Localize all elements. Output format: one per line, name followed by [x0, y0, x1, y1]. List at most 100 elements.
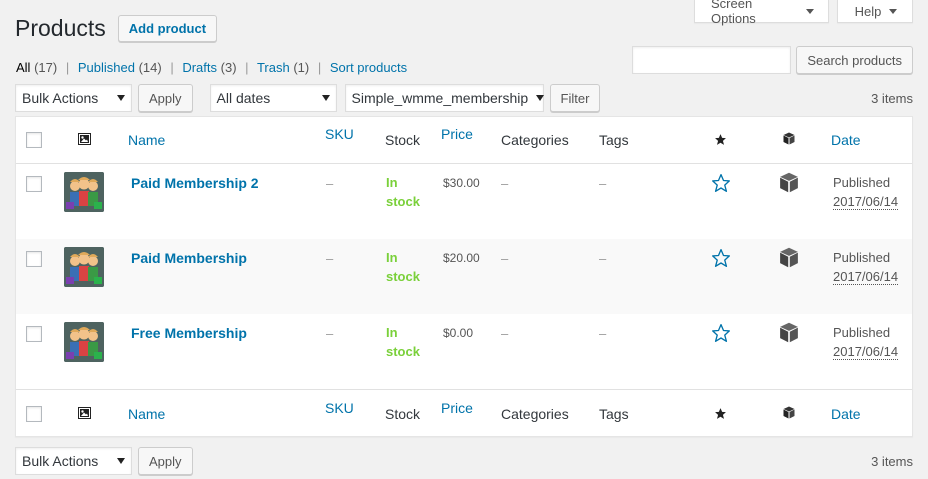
product-categories: –: [501, 326, 509, 341]
help-button[interactable]: Help: [837, 0, 913, 23]
product-price: $0.00: [443, 326, 474, 340]
dropdown-arrow-icon: [117, 458, 125, 464]
search-box: Search products: [632, 46, 913, 74]
column-date[interactable]: Date: [831, 406, 861, 422]
stock-status: In stock: [386, 325, 420, 359]
search-products-button[interactable]: Search products: [796, 46, 913, 74]
product-thumbnail[interactable]: [64, 172, 104, 212]
dropdown-arrow-icon: [321, 95, 330, 101]
product-date: Published 2017/06/14: [833, 248, 899, 286]
product-price: $30.00: [443, 176, 480, 190]
apply-button[interactable]: Apply: [138, 447, 193, 475]
table-row: Paid Membership – In stock $20.00 – – Pu…: [16, 239, 912, 314]
product-type-value: Simple_wmme_membership: [351, 90, 529, 106]
publish-date: 2017/06/14: [833, 344, 899, 360]
product-type-select[interactable]: Simple_wmme_membership: [344, 84, 545, 112]
column-name[interactable]: Name: [128, 406, 165, 422]
table-row: Free Membership – In stock $0.00 – – Pub…: [16, 314, 912, 389]
publish-status: Published: [833, 250, 891, 265]
screen-options-button[interactable]: Screen Options: [694, 0, 829, 26]
product-name-link[interactable]: Paid Membership 2: [131, 175, 259, 191]
cube-icon: [783, 406, 795, 422]
filter-published-count: (14): [138, 60, 162, 75]
bulk-actions-value: Bulk Actions: [22, 90, 99, 106]
items-count: 3 items: [871, 90, 913, 106]
table-footer: Name SKU Stock Price Categories Tags Dat…: [16, 389, 912, 437]
column-tags: Tags: [599, 132, 629, 148]
page-title: Products: [15, 15, 106, 41]
product-categories: –: [501, 176, 509, 191]
apply-button[interactable]: Apply: [138, 84, 193, 112]
caret-down-icon: [889, 8, 898, 14]
help-label: Help: [854, 3, 882, 19]
column-stock: Stock: [385, 132, 421, 148]
star-outline-icon[interactable]: [711, 323, 731, 346]
filter-trash-count: (1): [293, 60, 310, 75]
column-categories: Categories: [501, 132, 569, 148]
product-thumbnail[interactable]: [64, 247, 104, 287]
product-sku: –: [326, 251, 334, 266]
publish-date: 2017/06/14: [833, 194, 899, 210]
search-input[interactable]: [632, 46, 792, 74]
column-sku[interactable]: SKU: [325, 400, 354, 416]
star-outline-icon[interactable]: [711, 248, 731, 271]
product-name-link[interactable]: Free Membership: [131, 325, 247, 341]
filter-button[interactable]: Filter: [549, 84, 601, 112]
filter-published[interactable]: Published: [78, 60, 135, 75]
separator: |: [317, 60, 322, 75]
star-filled-icon[interactable]: [714, 407, 727, 423]
filter-drafts[interactable]: Drafts: [182, 60, 217, 75]
product-sku: –: [326, 176, 334, 191]
bulk-actions-select[interactable]: Bulk Actions: [15, 447, 132, 475]
bulk-actions-select[interactable]: Bulk Actions: [15, 84, 132, 112]
products-table: Name SKU Stock Price Categories Tags Dat…: [15, 116, 913, 437]
product-date: Published 2017/06/14: [833, 173, 899, 211]
virtual-product-icon: [779, 322, 799, 346]
column-price[interactable]: Price: [441, 126, 473, 142]
filter-trash[interactable]: Trash: [257, 60, 290, 75]
separator: |: [170, 60, 174, 75]
screen-meta-links: Screen Options Help: [694, 0, 913, 26]
product-tags: –: [599, 251, 607, 266]
column-categories: Categories: [501, 406, 569, 422]
table-row: Paid Membership 2 – In stock $30.00 – – …: [16, 164, 912, 239]
product-date: Published 2017/06/14: [833, 323, 899, 361]
filter-all[interactable]: All: [16, 60, 30, 75]
cube-icon: [783, 132, 795, 148]
column-name[interactable]: Name: [128, 132, 165, 148]
select-all-checkbox[interactable]: [26, 132, 42, 148]
star-filled-icon[interactable]: [714, 133, 727, 149]
row-checkbox[interactable]: [26, 251, 42, 267]
column-tags: Tags: [599, 406, 629, 422]
separator: |: [65, 60, 70, 75]
date-filter-value: All dates: [216, 90, 271, 106]
caret-down-icon: [806, 8, 814, 14]
stock-status: In stock: [386, 175, 420, 209]
column-price[interactable]: Price: [441, 400, 473, 416]
virtual-product-icon: [779, 247, 799, 271]
select-all-checkbox[interactable]: [26, 406, 42, 422]
row-checkbox[interactable]: [26, 326, 42, 342]
product-tags: –: [599, 176, 607, 191]
row-checkbox[interactable]: [26, 176, 42, 192]
add-product-button[interactable]: Add product: [117, 15, 218, 42]
product-price: $20.00: [443, 251, 480, 265]
screen-options-label: Screen Options: [711, 0, 756, 26]
sort-products-link[interactable]: Sort products: [330, 60, 407, 75]
tablenav-top: Bulk Actions Apply All dates Simple_wmme…: [15, 84, 913, 112]
star-outline-icon[interactable]: [711, 173, 731, 196]
table-header: Name SKU Stock Price Categories Tags Dat…: [16, 117, 912, 164]
status-filters: All (17) | Published (14) | Drafts (3) |…: [16, 60, 407, 75]
filter-all-count: (17): [34, 60, 58, 75]
date-filter-select[interactable]: All dates: [209, 84, 337, 112]
product-categories: –: [501, 251, 509, 266]
items-count: 3 items: [871, 453, 913, 469]
column-date[interactable]: Date: [831, 132, 861, 148]
product-name-link[interactable]: Paid Membership: [131, 250, 247, 266]
product-thumbnail[interactable]: [64, 322, 104, 362]
image-icon: [78, 133, 91, 148]
column-sku[interactable]: SKU: [325, 126, 354, 142]
publish-status: Published: [833, 175, 891, 190]
virtual-product-icon: [779, 172, 799, 196]
product-sku: –: [326, 326, 334, 341]
